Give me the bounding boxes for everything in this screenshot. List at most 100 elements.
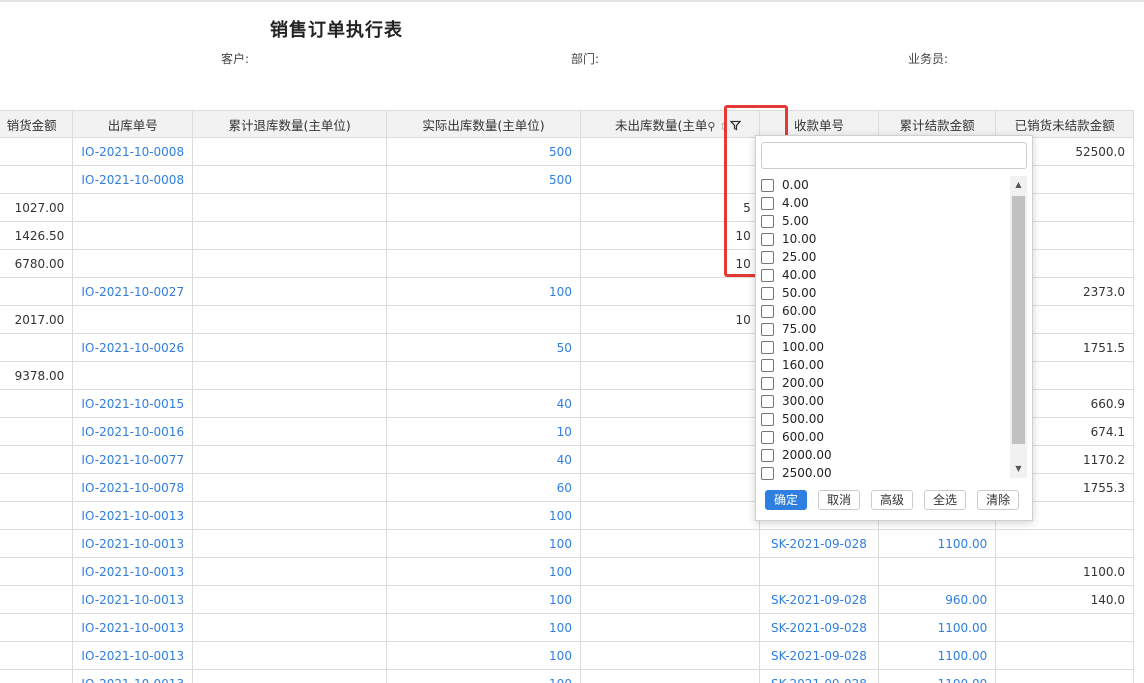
cell-out-no[interactable]: IO-2021-10-0013 bbox=[72, 641, 194, 670]
table-row[interactable]: IO-2021-10-0013 100 SK-2021-09-0281100.00 bbox=[0, 613, 1134, 642]
checkbox[interactable] bbox=[761, 412, 774, 426]
cell-actual-out-qty[interactable]: 100 bbox=[386, 669, 581, 683]
filter-option[interactable]: 40.00 bbox=[761, 266, 1006, 284]
cell-out-no[interactable]: IO-2021-10-0027 bbox=[72, 277, 194, 306]
cell-out-no[interactable]: IO-2021-10-0077 bbox=[72, 445, 194, 474]
cell-actual-out-qty[interactable]: 60 bbox=[386, 473, 581, 502]
checkbox[interactable] bbox=[761, 304, 774, 318]
cell-actual-out-qty[interactable]: 500 bbox=[386, 165, 581, 194]
table-row[interactable]: IO-2021-10-0013 100 SK-2021-09-028 960.00 14… bbox=[0, 585, 1134, 614]
cell-out-no[interactable]: IO-2021-10-0013 bbox=[72, 613, 194, 642]
cell-actual-out-qty[interactable]: 500 bbox=[386, 137, 581, 166]
cell-actual-out-qty[interactable]: 100 bbox=[386, 277, 581, 306]
cell-receipt-no[interactable]: SK-2021-09-028 bbox=[758, 585, 880, 614]
checkbox[interactable] bbox=[761, 430, 774, 444]
cell-out-no[interactable]: IO-2021-10-0078 bbox=[72, 473, 194, 502]
cell-out-no[interactable]: IO-2021-10-0008 bbox=[72, 165, 194, 194]
checkbox[interactable] bbox=[761, 376, 774, 390]
cell-actual-out-qty[interactable]: 40 bbox=[386, 389, 581, 418]
cell-actual-out-qty[interactable]: 100 bbox=[386, 613, 581, 642]
scroll-up-arrow-icon[interactable]: ▲ bbox=[1010, 176, 1027, 194]
filter-option[interactable]: 2000.00 bbox=[761, 446, 1006, 464]
checkbox[interactable] bbox=[761, 178, 774, 192]
filter-option[interactable]: 100.00 bbox=[761, 338, 1006, 356]
filter-option[interactable]: 2500.00 bbox=[761, 464, 1006, 480]
col-header-unshipped-qty[interactable]: 未出库数量(主单⚲ ⇕ bbox=[579, 110, 760, 138]
scroll-thumb[interactable] bbox=[1012, 196, 1025, 444]
checkbox[interactable] bbox=[761, 214, 774, 228]
cell-receipt-no[interactable]: SK-2021-09-028 bbox=[758, 529, 880, 558]
cell-out-no[interactable]: IO-2021-10-0016 bbox=[72, 417, 194, 446]
table-row[interactable]: IO-2021-10-0013 100 SK-2021-09-0281100.00 bbox=[0, 669, 1134, 683]
checkbox[interactable] bbox=[761, 322, 774, 336]
filter-option[interactable]: 0.00 bbox=[761, 176, 1006, 194]
col-header-settled-amount[interactable]: 累计结款金额 bbox=[878, 110, 997, 138]
cell-settled-amount[interactable]: 1100.00 bbox=[878, 613, 997, 642]
filter-option[interactable]: 5.00 bbox=[761, 212, 1006, 230]
col-header-unsettled-amount[interactable]: 已销货未结款金额 bbox=[995, 110, 1134, 138]
checkbox[interactable] bbox=[761, 268, 774, 282]
checkbox[interactable] bbox=[761, 466, 774, 480]
cell-actual-out-qty[interactable]: 100 bbox=[386, 585, 581, 614]
col-header-receipt-no[interactable]: 收款单号 bbox=[758, 110, 880, 138]
sort-icon[interactable]: ⇕ bbox=[719, 122, 727, 133]
filter-option[interactable]: 200.00 bbox=[761, 374, 1006, 392]
col-header-actual-out-qty[interactable]: 实际出库数量(主单位) bbox=[386, 110, 581, 138]
checkbox[interactable] bbox=[761, 448, 774, 462]
filter-search-input[interactable] bbox=[761, 142, 1027, 169]
filter-scrollbar[interactable]: ▲ ▼ bbox=[1010, 176, 1027, 478]
cell-out-no[interactable]: IO-2021-10-0015 bbox=[72, 389, 194, 418]
cell-out-no[interactable]: IO-2021-10-0013 bbox=[72, 669, 194, 683]
scroll-down-arrow-icon[interactable]: ▼ bbox=[1010, 460, 1027, 478]
filter-option[interactable]: 75.00 bbox=[761, 320, 1006, 338]
clear-button[interactable]: 清除 bbox=[977, 490, 1020, 510]
cell-receipt-no[interactable]: SK-2021-09-028 bbox=[758, 613, 880, 642]
cell-settled-amount[interactable]: 960.00 bbox=[878, 585, 997, 614]
filter-option[interactable]: 50.00 bbox=[761, 284, 1006, 302]
cell-settled-amount[interactable]: 1100.00 bbox=[878, 529, 997, 558]
filter-option[interactable]: 160.00 bbox=[761, 356, 1006, 374]
cell-settled-amount[interactable]: 1100.00 bbox=[878, 669, 997, 683]
checkbox[interactable] bbox=[761, 196, 774, 210]
cell-actual-out-qty[interactable]: 100 bbox=[386, 501, 581, 530]
checkbox[interactable] bbox=[761, 340, 774, 354]
cell-out-no[interactable]: IO-2021-10-0026 bbox=[72, 333, 194, 362]
cell-actual-out-qty[interactable]: 10 bbox=[386, 417, 581, 446]
table-row[interactable]: IO-2021-10-0013 100 1100.0 bbox=[0, 557, 1134, 586]
cell-actual-out-qty[interactable]: 100 bbox=[386, 529, 581, 558]
filter-icon[interactable] bbox=[729, 119, 742, 134]
cell-receipt-no[interactable]: SK-2021-09-028 bbox=[758, 641, 880, 670]
checkbox[interactable] bbox=[761, 250, 774, 264]
cell-actual-out-qty[interactable]: 40 bbox=[386, 445, 581, 474]
col-header-sales-amount[interactable]: 销货金额 bbox=[0, 110, 74, 138]
cell-actual-out-qty[interactable]: 50 bbox=[386, 333, 581, 362]
filter-option[interactable]: 300.00 bbox=[761, 392, 1006, 410]
table-row[interactable]: IO-2021-10-0013 100 SK-2021-09-0281100.00 bbox=[0, 529, 1134, 558]
col-header-out-no[interactable]: 出库单号 bbox=[72, 110, 194, 138]
filter-option[interactable]: 60.00 bbox=[761, 302, 1006, 320]
cell-out-no[interactable]: IO-2021-10-0013 bbox=[72, 585, 194, 614]
cell-out-no[interactable]: IO-2021-10-0008 bbox=[72, 137, 194, 166]
pin-icon[interactable]: ⚲ bbox=[707, 120, 715, 133]
cell-out-no[interactable]: IO-2021-10-0013 bbox=[72, 529, 194, 558]
cell-out-no[interactable]: IO-2021-10-0013 bbox=[72, 501, 194, 530]
cancel-button[interactable]: 取消 bbox=[818, 490, 861, 510]
filter-option[interactable]: 500.00 bbox=[761, 410, 1006, 428]
advanced-button[interactable]: 高级 bbox=[871, 490, 914, 510]
filter-option[interactable]: 25.00 bbox=[761, 248, 1006, 266]
cell-actual-out-qty[interactable]: 100 bbox=[386, 557, 581, 586]
filter-option[interactable]: 10.00 bbox=[761, 230, 1006, 248]
table-row[interactable]: IO-2021-10-0013 100 SK-2021-09-0281100.00 bbox=[0, 641, 1134, 670]
cell-out-no[interactable]: IO-2021-10-0013 bbox=[72, 557, 194, 586]
checkbox[interactable] bbox=[761, 286, 774, 300]
checkbox[interactable] bbox=[761, 232, 774, 246]
select-all-button[interactable]: 全选 bbox=[924, 490, 967, 510]
col-header-return-qty[interactable]: 累计退库数量(主单位) bbox=[192, 110, 388, 138]
cell-receipt-no[interactable]: SK-2021-09-028 bbox=[758, 669, 880, 683]
cell-settled-amount[interactable]: 1100.00 bbox=[878, 641, 997, 670]
filter-option[interactable]: 4.00 bbox=[761, 194, 1006, 212]
cell-actual-out-qty[interactable]: 100 bbox=[386, 641, 581, 670]
filter-option[interactable]: 600.00 bbox=[761, 428, 1006, 446]
checkbox[interactable] bbox=[761, 394, 774, 408]
confirm-button[interactable]: 确定 bbox=[765, 490, 808, 510]
